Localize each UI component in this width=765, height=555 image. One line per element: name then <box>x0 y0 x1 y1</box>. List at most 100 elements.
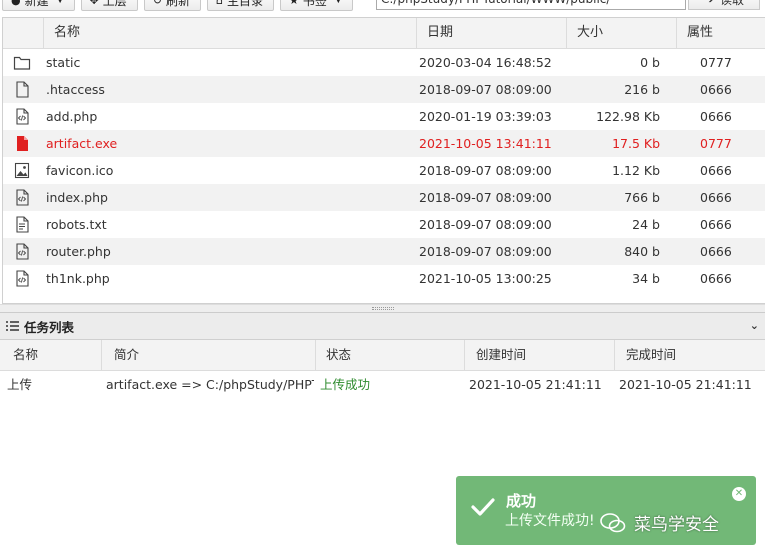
splitter-grip[interactable] <box>372 307 394 310</box>
chevron-down-icon: ▼ <box>334 0 342 5</box>
up-label: 上层 <box>102 0 127 8</box>
task-name: 上传 <box>7 377 33 392</box>
file-row[interactable]: .htaccess 2018-09-07 08:09:00 216 b 0666 <box>3 76 765 103</box>
watermark: 菜鸟学安全 <box>600 510 719 535</box>
file-row[interactable]: index.php 2018-09-07 08:09:00 766 b 0666 <box>3 184 765 211</box>
toast-title: 成功 <box>506 492 537 510</box>
task-panel-title-text: 任务列表 <box>24 319 75 335</box>
file-date: 2020-03-04 16:48:52 <box>419 55 552 70</box>
file-row[interactable]: add.php 2020-01-19 03:39:03 122.98 Kb 06… <box>3 103 765 130</box>
file-attr[interactable]: 0777 <box>700 130 732 157</box>
column-task-status[interactable]: 状态 <box>316 340 465 370</box>
file-name[interactable]: th1nk.php <box>46 265 110 292</box>
close-icon[interactable]: ✕ <box>732 487 746 501</box>
new-button[interactable]: ● 新建 ▼ <box>2 0 75 11</box>
column-task-finished[interactable]: 完成时间 <box>615 340 765 370</box>
file-size: 0 b <box>640 55 660 70</box>
panel-splitter[interactable] <box>0 304 765 312</box>
task-panel-title[interactable]: 任务列表 ⌄ <box>0 313 765 340</box>
file-size: 216 b <box>624 82 660 97</box>
file-name[interactable]: static <box>46 49 80 76</box>
file-list-header: 名称 日期 大小 属性 <box>3 18 765 49</box>
file-attr[interactable]: 0666 <box>700 184 732 211</box>
task-row[interactable]: 上传 artifact.exe => C:/phpStudy/PHPTutori… <box>0 371 765 398</box>
file-row[interactable]: favicon.ico 2018-09-07 08:09:00 1.12 Kb … <box>3 157 765 184</box>
home-label: 主目录 <box>227 0 264 8</box>
task-finished: 2021-10-05 21:41:11 <box>619 377 752 392</box>
code-file-icon <box>16 108 29 125</box>
file-name[interactable]: robots.txt <box>46 211 107 238</box>
list-icon <box>6 321 19 331</box>
column-date[interactable]: 日期 <box>416 18 566 48</box>
task-created: 2021-10-05 21:41:11 <box>469 377 602 392</box>
refresh-label: 刷新 <box>166 0 191 8</box>
arrow-right-icon: ➔ <box>704 0 714 6</box>
text-file-icon <box>16 216 29 233</box>
file-row[interactable]: robots.txt 2018-09-07 08:09:00 24 b 0666 <box>3 211 765 238</box>
file-name[interactable]: favicon.ico <box>46 157 113 184</box>
file-attr[interactable]: 0666 <box>700 103 732 130</box>
code-file-icon <box>16 243 29 260</box>
task-desc: artifact.exe => C:/phpStudy/PHPTutorial/… <box>106 377 314 392</box>
bookmark-button[interactable]: ★ 书签 ▼ <box>280 0 353 11</box>
bookmark-label: 书签 <box>302 0 327 8</box>
checkmark-icon <box>471 498 495 516</box>
file-size: 840 b <box>624 244 660 259</box>
file-size: 1.12 Kb <box>612 163 660 178</box>
task-list-header: 名称 简介 状态 创建时间 完成时间 <box>0 340 765 371</box>
up-button[interactable]: ✥ 上层 <box>80 0 138 11</box>
file-attr[interactable]: 0666 <box>700 265 732 292</box>
file-date: 2018-09-07 08:09:00 <box>419 82 552 97</box>
red-file-icon <box>17 136 28 151</box>
column-task-created[interactable]: 创建时间 <box>465 340 615 370</box>
file-icon <box>16 81 29 98</box>
file-attr[interactable]: 0666 <box>700 157 732 184</box>
file-size: 766 b <box>624 190 660 205</box>
column-task-name[interactable]: 名称 <box>0 340 102 370</box>
file-attr[interactable]: 0666 <box>700 238 732 265</box>
bookmark-icon: ★ <box>289 0 299 7</box>
file-attr[interactable]: 0777 <box>700 49 732 76</box>
code-file-icon <box>16 189 29 206</box>
wechat-icon <box>600 512 626 532</box>
toolbar: ●新建 ▼ ✥上层 ↻ 刷新 ⌂ 主目录 ★书签 ▼ C:/phpStudy/PHPTu… <box>0 0 765 12</box>
chevron-down-icon[interactable]: ⌄ <box>750 319 759 332</box>
new-label: 新建 <box>24 0 49 8</box>
file-name[interactable]: .htaccess <box>46 76 105 103</box>
home-icon: ⌂ <box>216 0 223 7</box>
file-row[interactable]: static 2020-03-04 16:48:52 0 b 0777 <box>3 49 765 76</box>
file-size: 17.5 Kb <box>612 136 660 151</box>
file-name[interactable]: index.php <box>46 184 108 211</box>
home-button[interactable]: ⌂ 主目录 <box>207 0 275 11</box>
file-row[interactable]: th1nk.php 2021-10-05 13:00:25 34 b 0666 <box>3 265 765 292</box>
column-size[interactable]: 大小 <box>566 18 676 48</box>
file-row[interactable]: artifact.exe 2021-10-05 13:41:11 17.5 Kb… <box>3 130 765 157</box>
file-name[interactable]: router.php <box>46 238 111 265</box>
column-name[interactable]: 名称 <box>43 18 416 48</box>
file-size: 34 b <box>632 271 660 286</box>
read-button[interactable]: ➔ 读取 <box>688 0 760 10</box>
file-date: 2021-10-05 13:41:11 <box>419 136 552 151</box>
file-date: 2018-09-07 08:09:00 <box>419 163 552 178</box>
file-date: 2018-09-07 08:09:00 <box>419 217 552 232</box>
arrow-up-icon: ✥ <box>89 0 99 7</box>
read-label: 读取 <box>720 0 744 8</box>
toast-message: 上传文件成功! <box>505 513 595 529</box>
file-name[interactable]: add.php <box>46 103 97 130</box>
plus-circle-icon: ● <box>11 0 21 7</box>
file-size: 122.98 Kb <box>596 109 660 124</box>
column-attr[interactable]: 属性 <box>676 18 765 48</box>
task-status: 上传成功 <box>320 377 371 392</box>
file-date: 2020-01-19 03:39:03 <box>419 109 552 124</box>
file-date: 2021-10-05 13:00:25 <box>419 271 552 286</box>
refresh-button[interactable]: ↻ 刷新 <box>143 0 202 11</box>
file-size: 24 b <box>632 217 660 232</box>
code-file-icon <box>16 270 29 287</box>
file-row[interactable]: router.php 2018-09-07 08:09:00 840 b 066… <box>3 238 765 265</box>
file-name[interactable]: artifact.exe <box>46 130 117 157</box>
file-attr[interactable]: 0666 <box>700 76 732 103</box>
chevron-down-icon: ▼ <box>56 0 64 5</box>
file-attr[interactable]: 0666 <box>700 211 732 238</box>
column-task-desc[interactable]: 简介 <box>102 340 316 370</box>
path-input[interactable]: C:/phpStudy/PHPTutorial/WWW/public/ <box>376 0 686 10</box>
